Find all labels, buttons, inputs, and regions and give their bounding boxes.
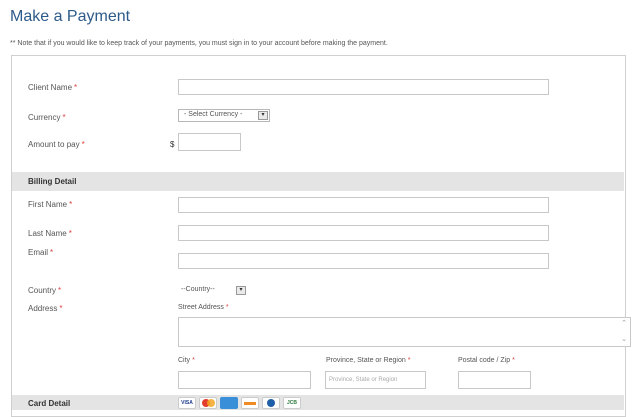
amount-input[interactable] xyxy=(178,133,241,151)
sign-in-note: ** Note that if you would like to keep t… xyxy=(10,40,388,47)
client-name-label: Client Name * xyxy=(28,83,78,92)
chevron-down-icon: ▾ xyxy=(236,286,246,295)
visa-icon: VISA xyxy=(178,397,196,409)
client-name-input[interactable] xyxy=(178,79,549,95)
postal-code-input[interactable] xyxy=(458,371,531,389)
province-input[interactable]: Province, State or Region xyxy=(325,371,426,389)
province-label: Province, State or Region * xyxy=(326,357,411,364)
street-address-label: Street Address * xyxy=(178,304,229,311)
page-title: Make a Payment xyxy=(10,8,131,25)
city-input[interactable] xyxy=(178,371,311,389)
jcb-icon: JCB xyxy=(283,397,301,409)
chevron-down-icon: ▾ xyxy=(258,111,268,120)
country-select[interactable]: --Country-- ▾ xyxy=(178,284,246,297)
diners-icon xyxy=(262,397,280,409)
currency-symbol: $ xyxy=(170,140,175,149)
discover-icon xyxy=(241,397,259,409)
currency-label: Currency * xyxy=(28,113,66,122)
mastercard-icon xyxy=(199,397,217,409)
amount-label: Amount to pay * xyxy=(28,140,85,149)
city-label: City * xyxy=(178,357,195,364)
last-name-input[interactable] xyxy=(178,225,549,241)
amex-icon xyxy=(220,397,238,409)
billing-detail-header: Billing Detail xyxy=(12,172,624,191)
textarea-scrollbar[interactable]: ⌃ ⌄ xyxy=(621,320,627,344)
street-address-textarea[interactable]: ⌃ ⌄ xyxy=(178,317,631,347)
address-label: Address * xyxy=(28,304,63,313)
last-name-label: Last Name * xyxy=(28,229,72,238)
postal-code-label: Postal code / Zip * xyxy=(458,357,515,364)
email-label: Email * xyxy=(28,248,54,257)
country-label: Country * xyxy=(28,286,62,295)
first-name-label: First Name * xyxy=(28,200,73,209)
email-input[interactable] xyxy=(178,253,549,269)
first-name-input[interactable] xyxy=(178,197,549,213)
currency-select[interactable]: - Select Currency - ▾ xyxy=(178,109,270,122)
